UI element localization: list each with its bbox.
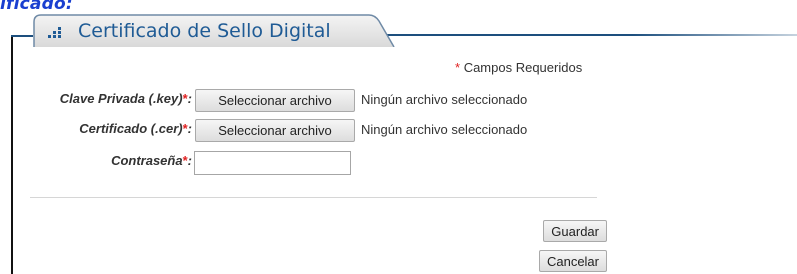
password-label-text: Contraseña [111, 153, 183, 168]
section-title: Certificado de Sello Digital [78, 20, 331, 42]
password-input[interactable] [194, 151, 351, 175]
save-button[interactable]: Guardar [543, 220, 607, 242]
truncated-heading-text: ificado: [0, 0, 73, 14]
required-star: * [455, 60, 461, 75]
cer-file-status: Ningún archivo seleccionado [361, 122, 528, 137]
label-colon: : [187, 91, 192, 106]
cer-file-label: Certificado (.cer)*: [79, 121, 192, 136]
key-file-status: Ningún archivo seleccionado [361, 92, 528, 107]
key-file-label-text: Clave Privada (.key) [59, 91, 183, 106]
panel-top-rule-right [386, 34, 797, 36]
label-colon: : [187, 153, 192, 168]
cer-file-label-text: Certificado (.cer) [79, 121, 183, 136]
password-label: Contraseña*: [111, 153, 192, 168]
section-tab: Certificado de Sello Digital [33, 14, 395, 47]
required-note-text: Campos Requeridos [463, 60, 583, 75]
cancel-button[interactable]: Cancelar [538, 250, 607, 272]
label-colon: : [187, 121, 192, 136]
bar-chart-icon [47, 25, 63, 39]
panel-top-rule-left [11, 35, 33, 37]
panel-left-border [11, 36, 13, 274]
key-file-label: Clave Privada (.key)*: [60, 91, 192, 106]
form-divider [30, 197, 597, 198]
key-file-select-button[interactable]: Seleccionar archivo [195, 89, 355, 112]
required-fields-note: * Campos Requeridos [455, 60, 582, 75]
cer-file-select-button[interactable]: Seleccionar archivo [195, 119, 355, 142]
